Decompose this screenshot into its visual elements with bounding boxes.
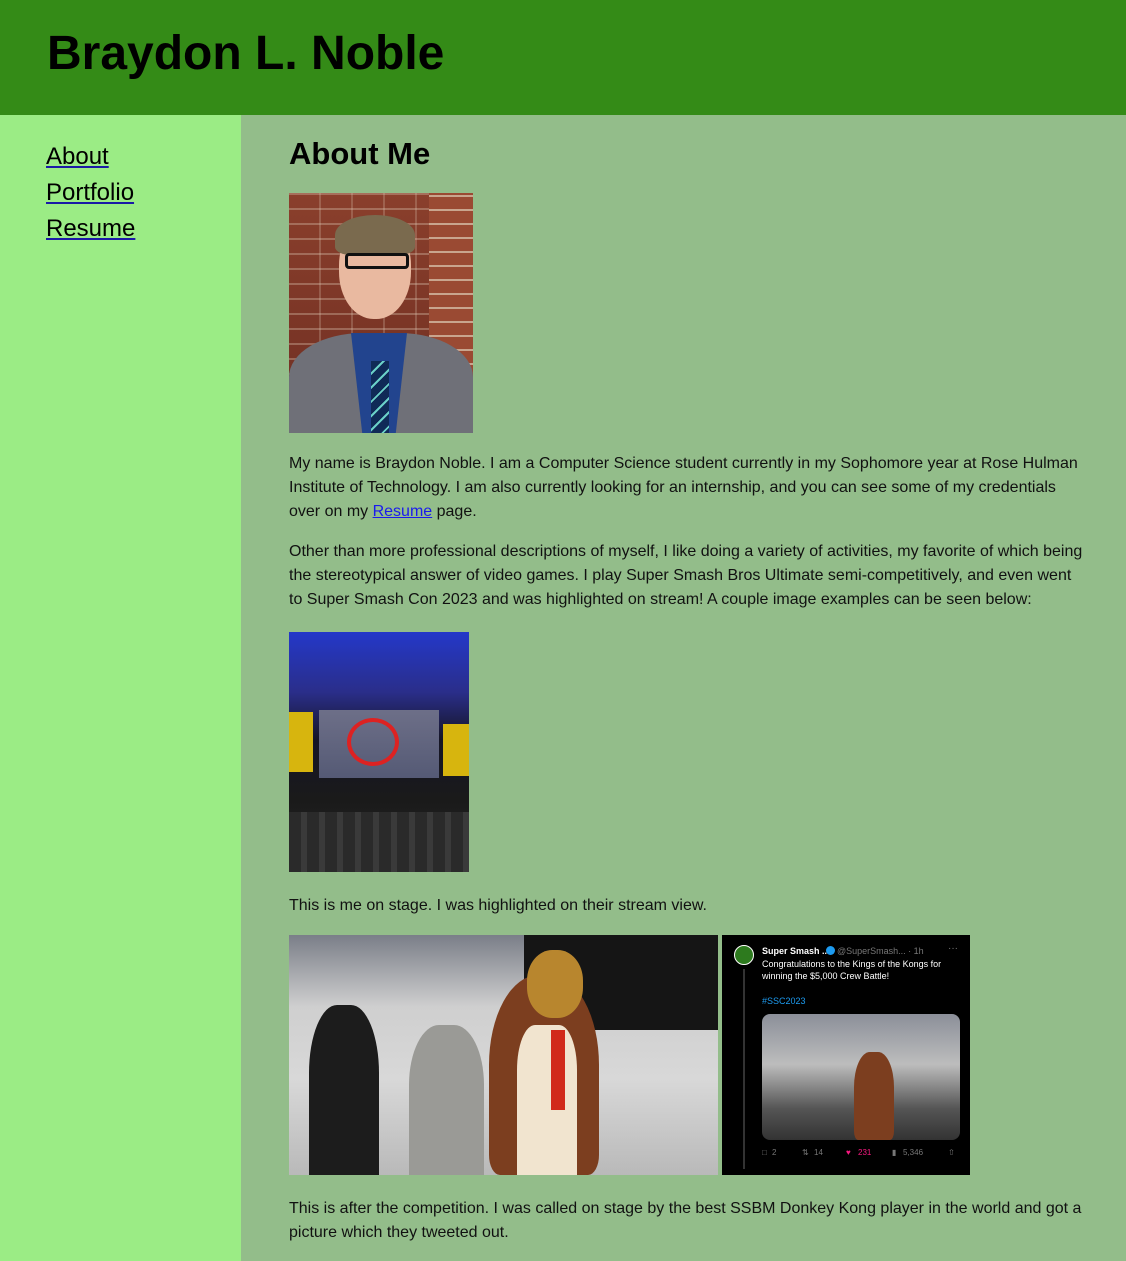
retweet-icon: ⇅: [802, 1148, 809, 1157]
hair: [335, 215, 415, 255]
dk-tie: [551, 1030, 565, 1110]
reply-icon: □: [762, 1148, 767, 1157]
reply-count: 2: [772, 1148, 777, 1157]
site-header: Braydon L. Noble: [0, 0, 1126, 115]
person-left: [309, 1005, 379, 1175]
tweet-actions: □ 2 ⇅ 14 ♥ 231 ▮ 5,346 ⇧: [762, 1147, 962, 1161]
portrait-photo: [289, 193, 473, 433]
smash-banner-right: [443, 724, 469, 776]
nav-item-about: About: [46, 142, 135, 178]
red-ring-graphic: [347, 718, 399, 766]
tweet-media: [762, 1014, 960, 1140]
stage-caption: This is me on stage. I was highlighted o…: [289, 897, 707, 914]
nav-list: About Portfolio Resume: [46, 142, 135, 250]
tweet-media-dk: [854, 1052, 894, 1140]
dk-shirt: [517, 1025, 577, 1175]
heart-icon: ♥: [846, 1148, 851, 1157]
nav-link-portfolio[interactable]: Portfolio: [46, 179, 134, 206]
like-count: 231: [858, 1148, 872, 1157]
nav-link-resume[interactable]: Resume: [46, 215, 135, 242]
dk-mask: [527, 950, 583, 1018]
stage-floor: [289, 812, 469, 872]
sidebar-nav: About Portfolio Resume: [0, 115, 241, 1261]
glasses: [345, 253, 409, 269]
smash-banner-left: [289, 712, 313, 772]
donkey-kong-photo: [289, 935, 718, 1175]
nav-item-portfolio: Portfolio: [46, 178, 135, 214]
resume-inline-link[interactable]: Resume: [373, 503, 433, 520]
tweet-screenshot: Super Smash ... @SuperSmash... · 1h ··· …: [722, 935, 970, 1175]
person-middle: [409, 1025, 484, 1175]
main-content: About Me My name is Braydon Noble. I am …: [241, 115, 1126, 1261]
share-icon: ⇧: [948, 1148, 955, 1157]
views-icon: ▮: [892, 1148, 897, 1157]
thread-line: [743, 969, 745, 1169]
nav-item-resume: Resume: [46, 214, 135, 250]
stage-photo: [289, 632, 469, 872]
hobbies-paragraph: Other than more professional description…: [289, 543, 1083, 608]
retweet-count: 14: [814, 1148, 823, 1157]
verified-badge-icon: [826, 946, 835, 955]
tweet-handle: @SuperSmash... · 1h: [837, 946, 924, 956]
tweet-text: Congratulations to the Kings of the Kong…: [762, 959, 942, 981]
striped-tie: [371, 361, 389, 433]
views-count: 5,346: [903, 1148, 924, 1157]
site-title: Braydon L. Noble: [47, 27, 445, 80]
intro-text-after: page.: [432, 503, 477, 520]
intro-paragraph: My name is Braydon Noble. I am a Compute…: [289, 452, 1089, 524]
more-options-icon: ···: [948, 943, 958, 954]
tweet-author-name: Super Smash ...: [762, 946, 830, 956]
tweet-hashtag: #SSC2023: [762, 996, 806, 1006]
nav-link-about[interactable]: About: [46, 143, 109, 170]
page-heading: About Me: [289, 136, 431, 171]
competition-caption: This is after the competition. I was cal…: [289, 1200, 1082, 1241]
tweet-avatar: [734, 945, 754, 965]
